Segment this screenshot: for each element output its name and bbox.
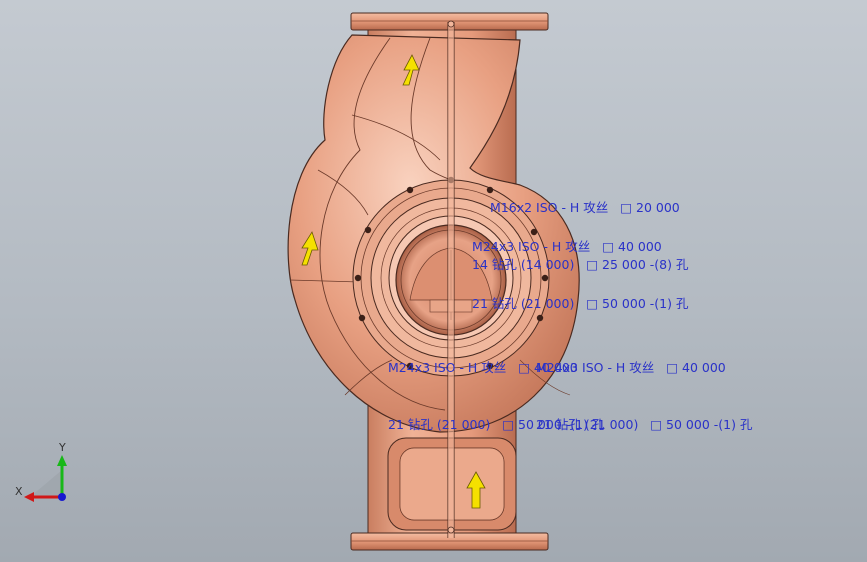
callout-line-1: M24x3 ISO - H 攻丝 □ 40 000 <box>536 360 726 375</box>
model-viewport[interactable]: M16x2 ISO - H 攻丝 □ 20 000 14 钻孔 (14 000)… <box>0 0 867 562</box>
callout-line-1: M24x3 ISO - H 攻丝 □ 40 000 <box>472 239 662 254</box>
triad-x-label: X <box>15 485 23 498</box>
callout-line-2: 21 钻孔 (21 000) □ 50 000 -(1) 孔 <box>536 417 753 432</box>
coordinate-triad-icon <box>24 455 67 502</box>
pump-casing-model[interactable] <box>0 0 867 562</box>
callout-line-2: 21 钻孔 (21 000) □ 50 000 -(1) 孔 <box>472 296 689 311</box>
triad-y-label: Y <box>59 441 66 454</box>
hole-callout-4[interactable]: M24x3 ISO - H 攻丝 □ 40 000 21 钻孔 (21 000)… <box>536 320 752 472</box>
